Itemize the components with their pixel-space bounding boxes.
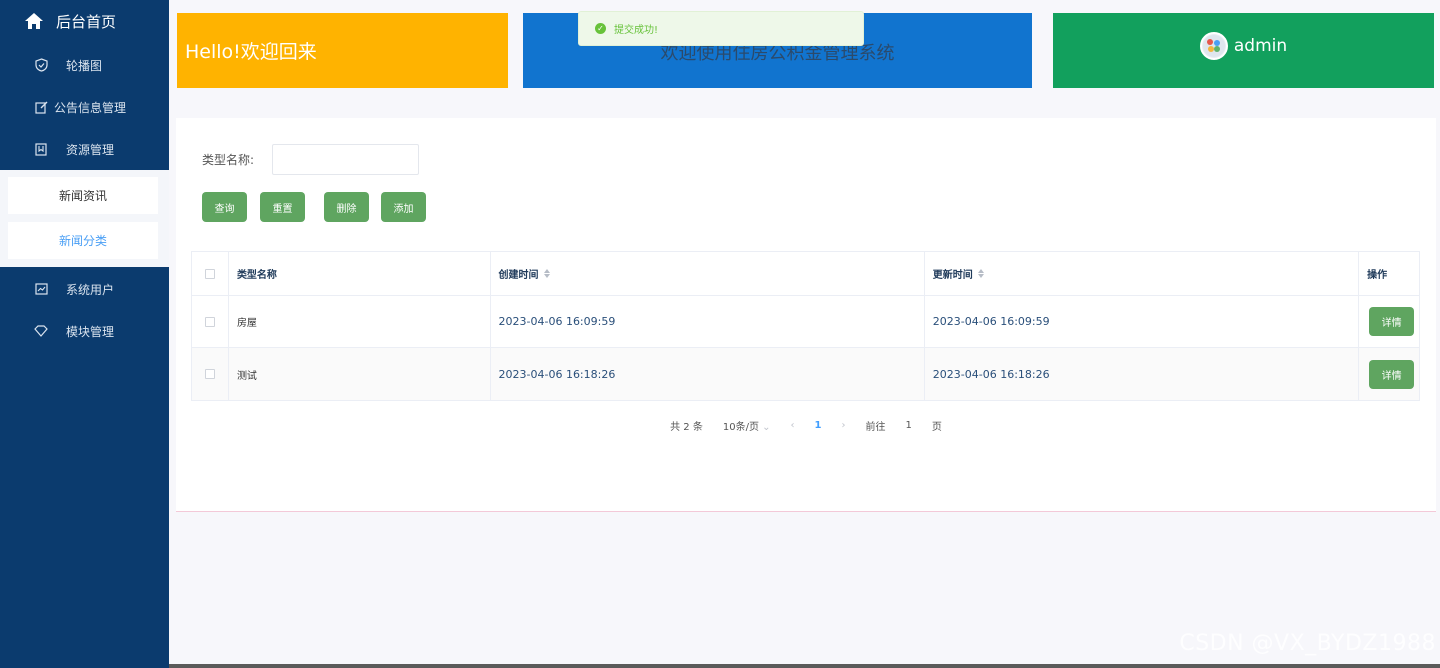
sort-icon[interactable] <box>543 269 550 278</box>
check-circle-icon: ✓ <box>595 23 606 34</box>
avatar-icon <box>1202 34 1225 57</box>
row-checkbox-cell <box>192 296 229 347</box>
column-header-updated[interactable]: 更新时间 <box>925 252 1360 295</box>
column-header-label: 类型名称 <box>236 270 277 281</box>
chevron-right-icon[interactable]: › <box>842 420 846 431</box>
sidebar-item-label: 系统用户 <box>66 282 115 297</box>
home-icon <box>25 13 43 29</box>
delete-button[interactable]: 删除 <box>324 192 369 222</box>
query-button[interactable]: 查询 <box>202 192 247 222</box>
column-header-created[interactable]: 创建时间 <box>491 252 925 295</box>
reset-button[interactable]: 重置 <box>260 192 305 222</box>
row-checkbox-cell <box>192 348 229 400</box>
username: admin <box>1233 35 1288 56</box>
table-header-row: 类型名称 创建时间 更新时间 操作 <box>192 252 1419 296</box>
detail-button[interactable]: 详情 <box>1369 307 1415 336</box>
cell-created: 2023-04-06 16:09:59 <box>491 296 925 347</box>
sidebar-item-label: 资源管理 <box>66 142 115 157</box>
pagination-total: 共 2 条 <box>670 422 703 433</box>
cell-type-name: 测试 <box>229 348 491 400</box>
sidebar-item-system-user[interactable]: 系统用户 <box>0 268 169 310</box>
sidebar-item-module[interactable]: 模块管理 <box>0 310 169 352</box>
search-label: 类型名称: <box>202 153 255 167</box>
watermark: CSDN @VX_BYDZ1988 <box>1179 631 1436 656</box>
avatar[interactable] <box>1199 31 1228 60</box>
sidebar-item-label: 轮播图 <box>66 58 103 73</box>
sidebar-item-label: 公告信息管理 <box>54 100 127 115</box>
page-number-current[interactable]: 1 <box>815 420 822 431</box>
edit-icon <box>34 100 48 114</box>
page-size-value: 10条/页 <box>722 422 759 433</box>
row-checkbox[interactable] <box>204 369 215 379</box>
table-row: 房屋 2023-04-06 16:09:59 2023-04-06 16:09:… <box>192 296 1419 348</box>
page-size-select[interactable]: 10条/页 ⌄ <box>723 418 771 433</box>
sidebar-item-carousel[interactable]: 轮播图 <box>0 44 169 86</box>
goto-label: 前往 <box>865 422 886 433</box>
sidebar-item-label: 模块管理 <box>66 324 115 339</box>
diamond-icon <box>34 324 48 338</box>
row-checkbox[interactable] <box>204 316 215 327</box>
cell-created: 2023-04-06 16:18:26 <box>491 348 925 400</box>
select-all-checkbox[interactable] <box>204 268 215 279</box>
column-header-type-name: 类型名称 <box>229 252 491 295</box>
detail-button[interactable]: 详情 <box>1369 359 1415 389</box>
sidebar-subitem-label: 新闻资讯 <box>58 189 107 203</box>
chevron-down-icon: ⌄ <box>762 422 771 433</box>
sidebar: 后台首页 轮播图 公告信息管理 资源管理 新闻资讯 新闻分类 系统用户 模块管理 <box>0 0 169 668</box>
sort-icon[interactable] <box>977 269 984 278</box>
header-checkbox-cell <box>192 252 229 295</box>
column-header-label: 操作 <box>1367 270 1388 281</box>
toast-message: 提交成功! <box>614 25 659 36</box>
column-header-action: 操作 <box>1359 252 1419 295</box>
hello-text: Hello!欢迎回来 <box>185 41 317 63</box>
chevron-left-icon[interactable]: ‹ <box>791 420 795 431</box>
hello-card: Hello!欢迎回来 <box>177 13 508 88</box>
goto-page-input[interactable]: 1 <box>906 420 912 431</box>
sidebar-submenu-news: 新闻资讯 新闻分类 <box>0 170 169 267</box>
pagination: 共 2 条 10条/页 ⌄ ‹ 1 › 前往 1 页 <box>176 418 1436 433</box>
user-card[interactable]: admin <box>1053 13 1434 88</box>
cell-type-name: 房屋 <box>229 296 491 347</box>
cell-updated: 2023-04-06 16:18:26 <box>925 348 1360 400</box>
bottom-bar <box>169 664 1440 668</box>
sidebar-subitem-news-info[interactable]: 新闻资讯 <box>8 177 158 214</box>
cell-updated: 2023-04-06 16:09:59 <box>925 296 1360 347</box>
page-suffix: 页 <box>931 422 942 433</box>
cell-action: 详情 <box>1359 296 1419 347</box>
sidebar-item-notice[interactable]: 公告信息管理 <box>0 86 169 128</box>
bookmark-icon <box>34 142 48 156</box>
sidebar-item-resource[interactable]: 资源管理 <box>0 128 169 170</box>
add-button[interactable]: 添加 <box>381 192 426 222</box>
column-header-label: 创建时间 <box>498 270 539 281</box>
shield-check-icon <box>34 58 48 72</box>
main-panel: 类型名称: 查询 重置 删除 添加 类型名称 创建时间 更新时间 操作 房屋 2… <box>176 118 1436 512</box>
sidebar-home-label: 后台首页 <box>56 12 117 31</box>
chart-icon <box>34 282 48 296</box>
table-row: 测试 2023-04-06 16:18:26 2023-04-06 16:18:… <box>192 348 1419 400</box>
column-header-label: 更新时间 <box>932 270 973 281</box>
type-name-input[interactable] <box>272 144 419 175</box>
sidebar-subitem-label: 新闻分类 <box>58 234 107 248</box>
sidebar-item-home[interactable]: 后台首页 <box>0 0 169 42</box>
sidebar-subitem-news-category[interactable]: 新闻分类 <box>8 222 158 259</box>
data-table: 类型名称 创建时间 更新时间 操作 房屋 2023-04-06 16:09:59… <box>191 251 1420 401</box>
success-toast: ✓ 提交成功! <box>578 11 864 46</box>
cell-action: 详情 <box>1359 348 1419 400</box>
